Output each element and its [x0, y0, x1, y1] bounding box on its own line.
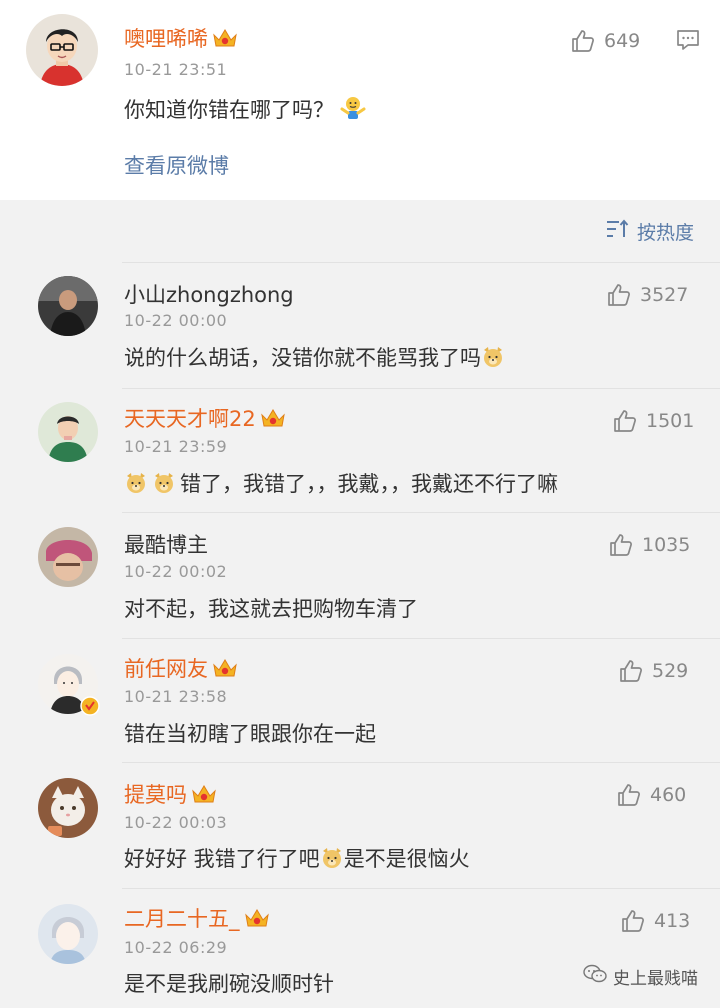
watermark: 史上最贱喵 — [583, 964, 698, 989]
comment-like-count: 3527 — [640, 284, 689, 306]
doge-emoji-icon — [152, 471, 176, 495]
divider — [122, 888, 720, 889]
comment-like-count: 1501 — [646, 410, 695, 432]
comment-like-button[interactable]: 3527 — [606, 282, 688, 308]
shrug-emoji-icon — [340, 95, 366, 119]
thumbs-up-icon — [612, 408, 638, 434]
doge-emoji-icon — [481, 345, 505, 369]
commenter-avatar[interactable] — [38, 778, 98, 838]
thumbs-up-icon — [618, 658, 644, 684]
doge-emoji-icon — [320, 846, 344, 870]
thumbs-up-icon — [608, 532, 634, 558]
verified-badge-icon — [80, 696, 100, 716]
commenter-name[interactable]: 提莫吗 — [124, 782, 217, 808]
comment-text: 说的什么胡话，没错你就不能骂我了吗 — [124, 344, 505, 372]
comment-time: 10-22 00:02 — [124, 562, 228, 581]
divider — [122, 638, 720, 639]
sort-by-hot-button[interactable]: 按热度 — [605, 218, 694, 245]
post-time: 10-21 23:51 — [124, 60, 228, 79]
commenter-name[interactable]: 天天天才啊22 — [124, 406, 286, 432]
wechat-icon — [583, 964, 607, 989]
divider — [122, 512, 720, 513]
author-avatar[interactable] — [26, 14, 98, 86]
comment-text: 错了，我错了，，我戴，，我戴还不行了嘛 — [124, 470, 558, 498]
sort-label: 按热度 — [636, 222, 694, 244]
comment-like-button[interactable]: 460 — [616, 782, 686, 808]
comment-text: 好好好 我错了行了吧 是不是很恼火 — [124, 846, 470, 871]
comment-like-button[interactable]: 413 — [620, 908, 690, 934]
commenter-avatar[interactable] — [38, 276, 98, 336]
view-original-link[interactable]: 查看原微博 — [124, 150, 229, 180]
commenter-name[interactable]: 最酷博主 — [124, 532, 208, 558]
comment-like-button[interactable]: 1035 — [608, 532, 690, 558]
thumbs-up-icon — [570, 28, 596, 54]
commenter-avatar[interactable] — [38, 527, 98, 587]
commenter-avatar[interactable] — [38, 904, 98, 964]
comment-time: 10-22 06:29 — [124, 938, 228, 957]
crown-badge-icon — [212, 27, 238, 49]
crown-badge-icon — [191, 783, 217, 805]
sort-icon — [605, 218, 629, 245]
author-name[interactable]: 噢哩唏唏 — [124, 26, 238, 52]
post-like-count: 649 — [604, 30, 641, 52]
crown-badge-icon — [260, 407, 286, 429]
comment-time: 10-21 23:59 — [124, 437, 228, 456]
comment-time: 10-22 00:00 — [124, 311, 228, 330]
doge-emoji-icon — [124, 471, 148, 495]
commenter-name[interactable]: 二月二十五_ — [124, 906, 270, 932]
commenter-name[interactable]: 小山zhongzhong — [124, 282, 294, 308]
divider — [122, 388, 720, 389]
comment-like-count: 1035 — [642, 534, 691, 556]
post-like-button[interactable]: 649 — [570, 28, 640, 54]
crown-badge-icon — [212, 657, 238, 679]
thumbs-up-icon — [606, 282, 632, 308]
comment-icon[interactable] — [676, 28, 700, 56]
divider — [122, 762, 720, 763]
comment-like-count: 529 — [652, 660, 689, 682]
post-text: 你知道你错在哪了吗？ — [124, 95, 366, 124]
crown-badge-icon — [244, 907, 270, 929]
thumbs-up-icon — [620, 908, 646, 934]
comment-text: 对不起，我这就去把购物车清了 — [124, 597, 418, 621]
main-post: 噢哩唏唏 10-21 23:51 你知道你错在哪了吗？ 649 查看原微博 — [0, 0, 720, 200]
watermark-text: 史上最贱喵 — [613, 969, 698, 989]
commenter-name[interactable]: 前任网友 — [124, 656, 238, 682]
comment-text: 是不是我刷碗没顺时针 — [124, 972, 334, 996]
comment-like-count: 460 — [650, 784, 687, 806]
thumbs-up-icon — [616, 782, 642, 808]
comment-text: 错在当初瞎了眼跟你在一起 — [124, 722, 376, 746]
comment-like-button[interactable]: 1501 — [612, 408, 694, 434]
comment-time: 10-22 00:03 — [124, 813, 228, 832]
commenter-avatar[interactable] — [38, 402, 98, 462]
comment-time: 10-21 23:58 — [124, 687, 228, 706]
comment-like-count: 413 — [654, 910, 691, 932]
divider — [122, 262, 720, 263]
comment-like-button[interactable]: 529 — [618, 658, 688, 684]
